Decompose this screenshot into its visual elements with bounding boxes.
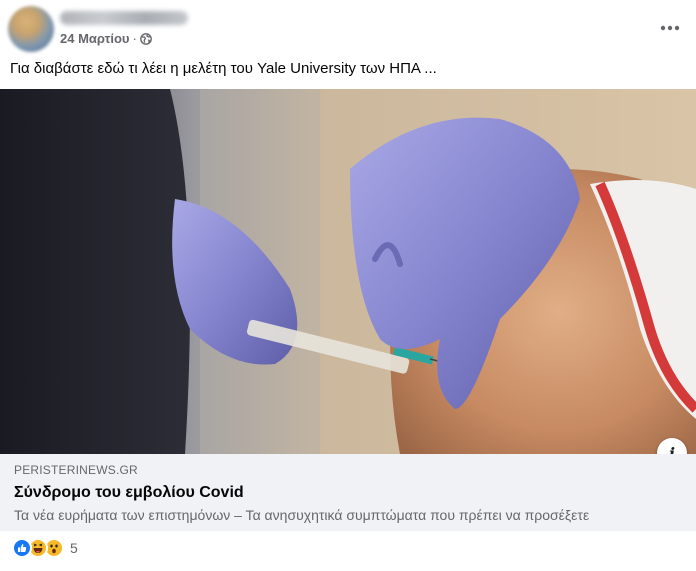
meta-separator: · — [132, 31, 137, 46]
link-domain: PERISTERINEWS.GR — [14, 463, 138, 477]
vaccination-photo — [0, 89, 696, 454]
avatar[interactable] — [8, 6, 54, 52]
link-preview-image[interactable] — [0, 89, 696, 454]
post-header: 24 Μαρτίου · — [0, 0, 696, 56]
globe-icon — [139, 32, 152, 45]
more-options-button[interactable] — [656, 14, 684, 42]
reaction-count[interactable]: 5 — [70, 540, 78, 556]
post-date[interactable]: 24 Μαρτίου — [60, 31, 130, 46]
link-description: Τα νέα ευρήματα των επιστημόνων – Τα ανη… — [14, 507, 590, 523]
post-caption: Για διαβάστε εδώ τι λέει η μελέτη του Ya… — [10, 60, 437, 77]
post-meta: 24 Μαρτίου · — [60, 31, 152, 46]
author-name-blurred[interactable] — [60, 11, 188, 25]
more-dots-icon — [660, 25, 680, 31]
link-preview-card[interactable]: PERISTERINEWS.GR Σύνδρομο του εμβολίου C… — [0, 454, 696, 531]
link-title[interactable]: Σύνδρομο του εμβολίου Covid — [14, 484, 244, 502]
reactions-summary[interactable]: 5 — [12, 538, 78, 558]
like-icon — [12, 538, 32, 558]
